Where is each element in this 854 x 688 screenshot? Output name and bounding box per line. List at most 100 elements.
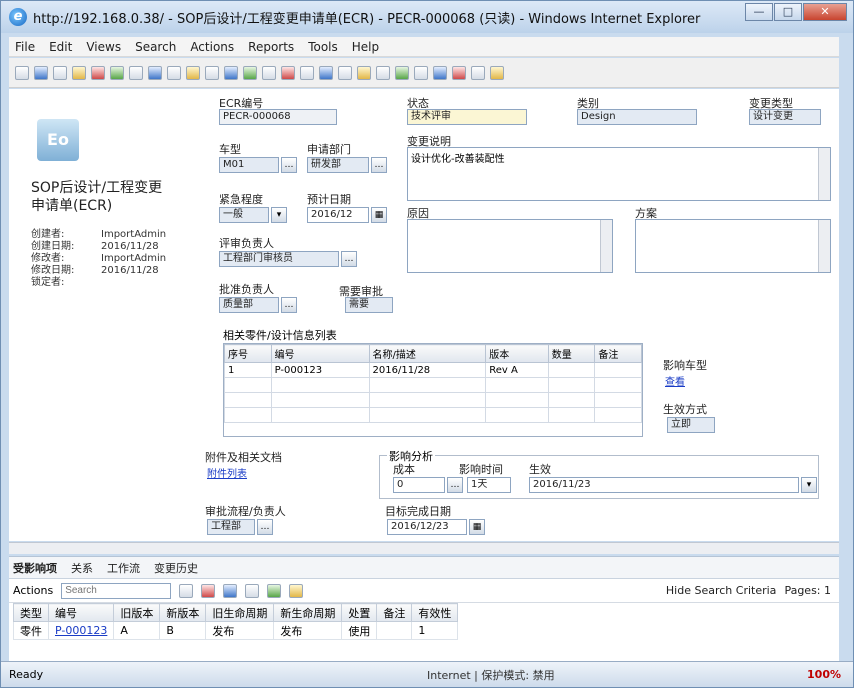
grid-row[interactable] bbox=[224, 407, 642, 423]
model-lookup-button[interactable]: … bbox=[281, 157, 297, 173]
grid-cell[interactable]: P-000123 bbox=[270, 362, 370, 378]
ecr-no-field[interactable]: PECR-000068 bbox=[219, 109, 337, 125]
effective-scroll-button[interactable]: ▾ bbox=[801, 477, 817, 493]
effective-field[interactable]: 2016/11/23 bbox=[529, 477, 799, 493]
settings-icon[interactable] bbox=[471, 65, 485, 80]
change-desc-scrollbar[interactable] bbox=[818, 148, 830, 200]
cost-button[interactable]: … bbox=[447, 477, 463, 493]
help-icon[interactable] bbox=[433, 65, 447, 80]
stop-icon[interactable] bbox=[281, 65, 295, 80]
column-header[interactable]: 处置 bbox=[341, 603, 378, 622]
approval-chain-button[interactable]: … bbox=[257, 519, 273, 535]
remove-icon[interactable] bbox=[201, 583, 216, 598]
print-icon[interactable] bbox=[129, 65, 143, 80]
grid-row[interactable] bbox=[224, 392, 642, 408]
edit-icon[interactable] bbox=[53, 65, 67, 80]
table-cell[interactable]: B bbox=[159, 621, 207, 640]
grid-header[interactable]: 名称/描述 bbox=[368, 344, 487, 363]
grid-cell[interactable]: 1 bbox=[224, 362, 272, 378]
title-bar[interactable]: e http://192.168.0.38/ - SOP后设计/工程变更申请单(… bbox=[1, 1, 853, 33]
run-search-icon[interactable] bbox=[267, 583, 282, 598]
target-date-field[interactable]: 2016/12/23 bbox=[387, 519, 467, 535]
menu-file[interactable]: File bbox=[15, 40, 35, 54]
category-field[interactable]: Design bbox=[577, 109, 697, 125]
approval-chain-field[interactable]: 工程部 bbox=[207, 519, 255, 535]
table-cell[interactable]: A bbox=[113, 621, 161, 640]
cost-field[interactable]: 0 bbox=[393, 477, 445, 493]
table-cell[interactable]: 使用 bbox=[341, 621, 378, 640]
report-icon[interactable] bbox=[319, 65, 333, 80]
applicant-dept-field[interactable]: 研发部 bbox=[307, 157, 369, 173]
attachments-link[interactable]: 附件列表 bbox=[207, 465, 247, 480]
approver-lookup-button[interactable]: … bbox=[281, 297, 297, 313]
column-header[interactable]: 旧生命周期 bbox=[205, 603, 275, 622]
proposal-textarea[interactable] bbox=[635, 219, 831, 273]
grid-header[interactable]: 版本 bbox=[485, 344, 549, 363]
status-field[interactable]: 技术评审 bbox=[407, 109, 527, 125]
grid-cell[interactable] bbox=[547, 362, 596, 378]
history-icon[interactable] bbox=[300, 65, 314, 80]
close-doc-icon[interactable] bbox=[452, 65, 466, 80]
check-icon[interactable] bbox=[395, 65, 409, 80]
hide-search-link[interactable]: Hide Search Criteria bbox=[666, 584, 777, 597]
proposal-scrollbar[interactable] bbox=[818, 220, 830, 272]
table-cell[interactable]: 发布 bbox=[205, 621, 275, 640]
tab-history[interactable]: 变更历史 bbox=[154, 560, 198, 576]
urgency-dropdown-button[interactable]: ▾ bbox=[271, 207, 287, 223]
grid-cell[interactable] bbox=[594, 362, 642, 378]
mail-icon[interactable] bbox=[376, 65, 390, 80]
grid-row[interactable]: 1 P-000123 2016/11/28 Rev A bbox=[224, 362, 642, 378]
calendar-icon[interactable]: ▦ bbox=[371, 207, 387, 223]
new-icon[interactable] bbox=[15, 65, 29, 80]
grid-row[interactable] bbox=[224, 377, 642, 393]
approve-icon[interactable] bbox=[110, 65, 124, 80]
column-header[interactable]: 新生命周期 bbox=[273, 603, 343, 622]
effect-field[interactable]: 立即 bbox=[667, 417, 715, 433]
table-cell[interactable]: 1 bbox=[411, 621, 459, 640]
zoom-level[interactable]: 100% bbox=[807, 668, 841, 681]
reviewer-field[interactable]: 工程部门审核员 bbox=[219, 251, 339, 267]
menu-tools[interactable]: Tools bbox=[308, 40, 338, 54]
target-calendar-icon[interactable]: ▦ bbox=[469, 519, 485, 535]
column-header[interactable]: 旧版本 bbox=[113, 603, 161, 622]
model-field[interactable]: M01 bbox=[219, 157, 279, 173]
export-icon[interactable] bbox=[262, 65, 276, 80]
approver-field[interactable]: 质量部 bbox=[219, 297, 279, 313]
folder-icon[interactable] bbox=[186, 65, 200, 80]
urgency-field[interactable]: 一般 bbox=[219, 207, 269, 223]
attach-icon[interactable] bbox=[205, 65, 219, 80]
refresh-icon[interactable] bbox=[148, 65, 162, 80]
grid-cell[interactable]: Rev A bbox=[485, 362, 549, 378]
search-icon[interactable] bbox=[414, 65, 428, 80]
column-header[interactable]: 备注 bbox=[376, 603, 413, 622]
need-approval-field[interactable]: 需要 bbox=[345, 297, 393, 313]
dept-lookup-button[interactable]: … bbox=[371, 157, 387, 173]
pick-icon[interactable] bbox=[223, 583, 238, 598]
grid-header[interactable]: 序号 bbox=[224, 344, 272, 363]
table-cell[interactable] bbox=[376, 621, 413, 640]
grid-header[interactable]: 备注 bbox=[594, 344, 642, 363]
delete-icon[interactable] bbox=[91, 65, 105, 80]
menu-reports[interactable]: Reports bbox=[248, 40, 294, 54]
maximize-button[interactable]: □ bbox=[774, 3, 802, 21]
promote-icon[interactable] bbox=[243, 65, 257, 80]
grid-cell[interactable]: 2016/11/28 bbox=[368, 362, 487, 378]
relationship-search-input[interactable] bbox=[61, 582, 172, 599]
menu-help[interactable]: Help bbox=[352, 40, 379, 54]
menu-edit[interactable]: Edit bbox=[49, 40, 72, 54]
tab-workflow[interactable]: 工作流 bbox=[107, 560, 140, 576]
lock-icon[interactable] bbox=[72, 65, 86, 80]
minimize-button[interactable]: — bbox=[745, 3, 773, 21]
workflow-icon[interactable] bbox=[224, 65, 238, 80]
copy-icon[interactable] bbox=[167, 65, 181, 80]
affected-link[interactable]: 查看 bbox=[665, 373, 685, 388]
time-field[interactable]: 1天 bbox=[467, 477, 511, 493]
clear-icon[interactable] bbox=[289, 583, 304, 598]
grid-header[interactable]: 编号 bbox=[270, 344, 370, 363]
tab-affected-items[interactable]: 受影响项 bbox=[13, 560, 57, 576]
link-icon[interactable] bbox=[338, 65, 352, 80]
grid-header[interactable]: 数量 bbox=[547, 344, 596, 363]
column-header[interactable]: 编号 bbox=[47, 603, 115, 622]
table-cell[interactable]: 发布 bbox=[273, 621, 343, 640]
menu-search[interactable]: Search bbox=[135, 40, 176, 54]
